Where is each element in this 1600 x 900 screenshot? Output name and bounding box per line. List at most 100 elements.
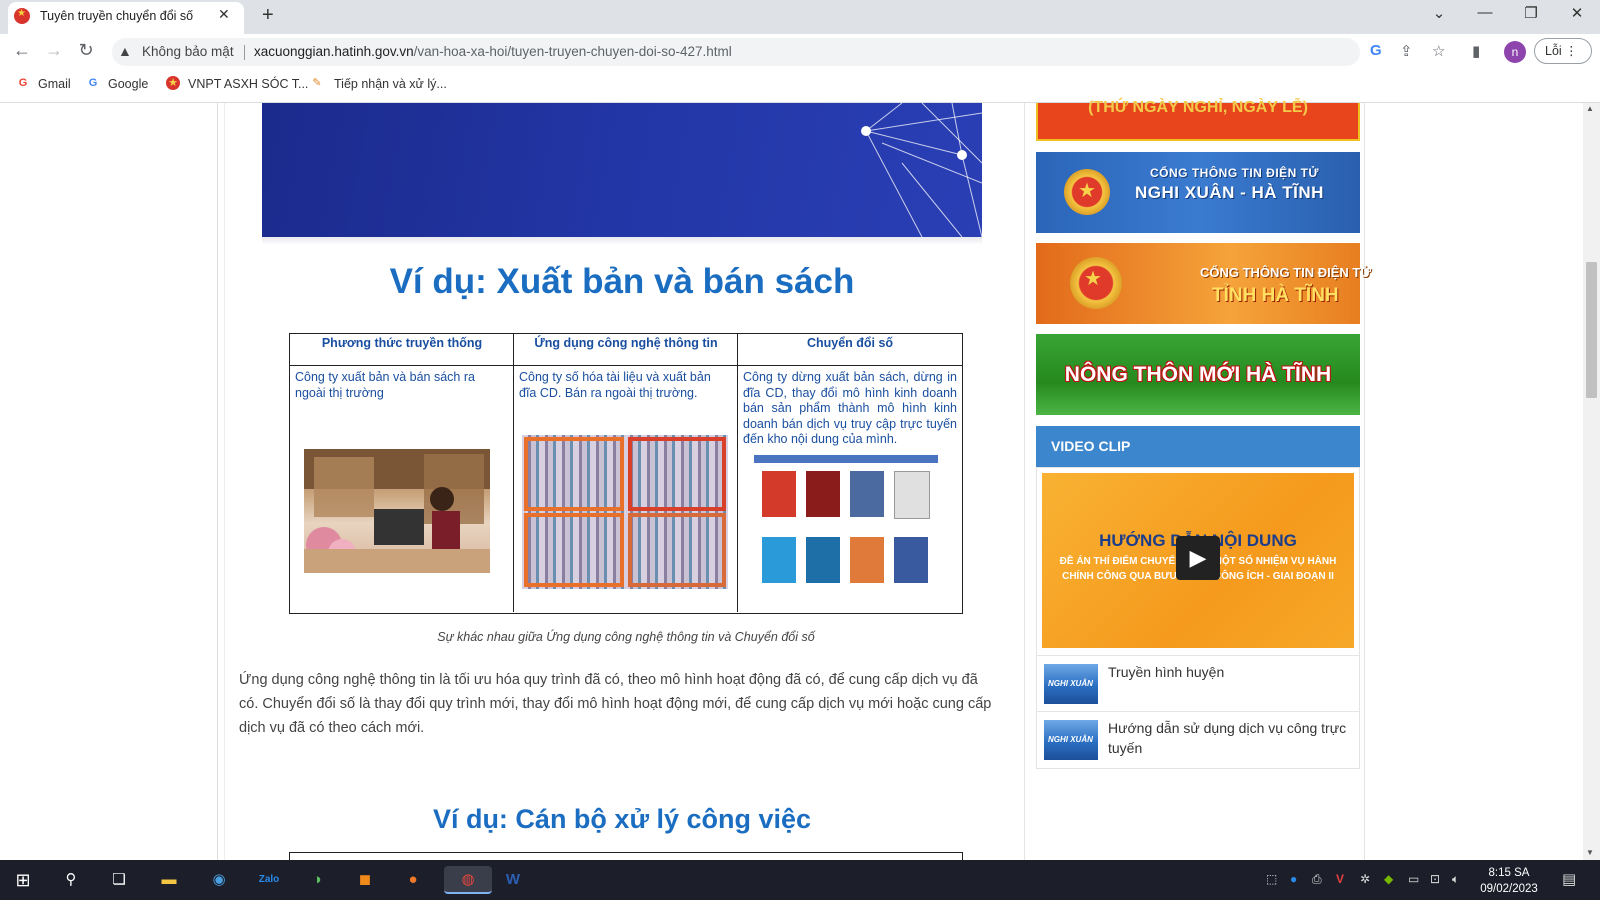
slide-title: Ví dụ: Xuất bản và bán sách — [389, 262, 855, 301]
taskbar-clock[interactable]: 8:15 SA 09/02/2023 — [1474, 865, 1544, 897]
app-icon: ✎ — [312, 77, 322, 89]
video-list-thumbnail[interactable]: NGHI XUÂN — [1044, 664, 1098, 704]
google-lens-icon[interactable]: G — [1370, 42, 1382, 59]
warning-icon[interactable]: ▲ — [118, 43, 132, 59]
cd-boxes-photo — [522, 435, 728, 589]
google-icon: G — [88, 77, 98, 89]
bookmark-google[interactable]: Google — [108, 77, 148, 91]
bookmark-star-icon[interactable]: ☆ — [1432, 42, 1445, 60]
tray-nvidia-icon[interactable]: ◆ — [1384, 872, 1393, 886]
video-list-title[interactable]: Truyền hình huyện — [1108, 662, 1353, 682]
file-explorer-icon[interactable]: ▬ — [154, 866, 184, 894]
header-it-application: Ứng dụng công nghệ thông tin — [534, 336, 718, 350]
scrollbar-thumb[interactable] — [1586, 262, 1597, 398]
side-panel-icon[interactable]: ▮ — [1472, 42, 1480, 60]
coccoc-icon[interactable]: ◑ — [302, 866, 332, 894]
video-list-thumbnail[interactable]: NGHI XUÂN — [1044, 720, 1098, 760]
banner-ha-tinh-portal[interactable] — [1036, 243, 1360, 324]
windows-start-icon[interactable]: ⊞ — [8, 866, 38, 894]
tray-gear-icon[interactable]: ✲ — [1360, 872, 1370, 886]
tray-v-icon[interactable]: V — [1336, 872, 1344, 886]
table-divider — [513, 334, 514, 612]
video-list-item[interactable]: NGHI XUÂN Hướng dẫn sử dụng dịch vụ công… — [1037, 711, 1359, 768]
article-paragraph: Ứng dụng công nghệ thông tin là tối ưu h… — [239, 672, 992, 736]
left-border — [217, 103, 218, 860]
notification-center-icon[interactable]: ▤ — [1562, 870, 1576, 888]
slide-title-2: Ví dụ: Cán bộ xử lý công việc — [432, 804, 812, 834]
banner-nghi-xuan-line2: NGHI XUÂN - HÀ TĨNH — [1135, 183, 1324, 202]
word-icon[interactable]: W — [498, 866, 528, 894]
bookstore-photo — [304, 449, 490, 573]
header-digital-transformation: Chuyển đổi số — [806, 336, 894, 350]
banner-nghi-xuan-line1: CỔNG THÔNG TIN ĐIỆN TỬ — [1150, 166, 1319, 180]
volume-icon[interactable]: 🔈︎ — [1452, 872, 1459, 887]
cell-traditional: Công ty xuất bản và bán sách ra ngoài th… — [295, 370, 475, 400]
search-icon[interactable]: ⚲ — [56, 866, 86, 894]
cell-it-application: Công ty số hóa tài liệu và xuất bản đĩa … — [519, 370, 711, 400]
network-icon[interactable]: ▭ — [1408, 872, 1419, 886]
cell-digital-transformation: Công ty dừng xuất bản sách, dừng in đĩa … — [743, 370, 957, 446]
bookmark-vnpt[interactable]: VNPT ASXH SÓC T... — [188, 77, 308, 91]
table-divider — [737, 334, 738, 612]
tray-monitor-icon[interactable]: ⊡ — [1430, 872, 1440, 886]
book-cover — [806, 537, 840, 583]
new-tab-button[interactable]: + — [262, 4, 274, 27]
site-emblem-icon — [14, 8, 30, 24]
scroll-down-icon[interactable]: ▼ — [1586, 848, 1594, 857]
bookmark-gmail[interactable]: Gmail — [38, 77, 71, 91]
book-cover — [762, 471, 796, 517]
bookmark-tiep-nhan[interactable]: Tiếp nhận và xử lý... — [334, 77, 447, 91]
forward-icon[interactable]: → — [42, 40, 66, 61]
tray-app-icon[interactable]: ⬚ — [1266, 872, 1277, 886]
reload-icon[interactable]: ↻ — [74, 40, 98, 61]
url-domain: xacuonggian.hatinh.gov.vn — [254, 44, 414, 59]
left-border-inner — [224, 103, 225, 860]
figure-caption: Sự khác nhau giữa Ứng dụng công nghệ thô… — [437, 630, 815, 644]
scroll-up-icon[interactable]: ▲ — [1586, 104, 1594, 113]
book-cover — [894, 471, 930, 519]
video-thumb-label: NGHI XUÂN — [1048, 735, 1093, 744]
page-scrollbar[interactable] — [1583, 103, 1600, 860]
tray-zalo-icon[interactable]: ● — [1290, 872, 1297, 886]
table-divider — [290, 365, 962, 366]
firefox-icon[interactable]: ● — [398, 866, 428, 894]
zalo-icon[interactable]: Zalo — [254, 866, 284, 894]
url-path: /van-hoa-xa-hoi/tuyen-truyen-chuyen-doi-… — [413, 44, 732, 59]
profile-avatar[interactable]: n — [1504, 41, 1526, 63]
omnibox-divider — [244, 45, 245, 60]
tab-search-icon[interactable]: ⌄ — [1424, 4, 1454, 22]
app-orange-icon[interactable]: ◼ — [350, 866, 380, 894]
network-lines-graphic — [861, 103, 982, 237]
working-hours-text: (THỨ NGÀY NGHỈ, NGÀY LỄ) — [1088, 99, 1308, 116]
national-emblem-icon — [1064, 169, 1110, 215]
banner-ha-tinh-line1: CỔNG THÔNG TIN ĐIỆN TỬ — [1200, 265, 1372, 280]
back-icon[interactable]: ← — [10, 40, 34, 61]
gmail-icon: G — [18, 77, 28, 89]
book-cover — [850, 537, 884, 583]
book-cover — [894, 537, 928, 583]
error-label: Lỗi — [1545, 44, 1562, 58]
tab-title: Tuyên truyền chuyển đổi số — [40, 9, 194, 23]
book-covers-image — [754, 455, 938, 605]
share-icon[interactable]: ⇪ — [1400, 42, 1413, 60]
book-cover — [850, 471, 884, 517]
hero-image — [262, 103, 982, 237]
task-view-icon[interactable]: ❏ — [104, 866, 134, 894]
restore-icon[interactable]: ❐ — [1516, 4, 1546, 22]
remote-app-icon[interactable]: ◉ — [204, 866, 234, 894]
banner-ha-tinh-line2: TỈNH HÀ TĨNH — [1212, 285, 1339, 306]
chrome-icon[interactable]: ◍ — [444, 866, 492, 894]
security-label[interactable]: Không bảo mật — [142, 44, 234, 59]
tray-printer-icon[interactable]: ⎙ — [1312, 872, 1322, 887]
url-text[interactable]: xacuonggian.hatinh.gov.vn/van-hoa-xa-hoi… — [254, 44, 732, 59]
banner-nong-thon-moi-text: NÔNG THÔN MỚI HÀ TĨNH — [1064, 363, 1332, 386]
video-list-title[interactable]: Hướng dẫn sử dụng dịch vụ công trực tuyế… — [1108, 718, 1353, 758]
video-list-item[interactable]: NGHI XUÂN Truyền hình huyện — [1037, 655, 1359, 712]
play-icon[interactable]: ▶ — [1176, 536, 1220, 580]
emblem-icon: ★ — [166, 76, 180, 90]
error-button[interactable]: Lỗi ⋮ — [1534, 38, 1592, 64]
book-cover — [806, 471, 840, 517]
window-close-icon[interactable]: ✕ — [1562, 4, 1592, 22]
tab-close-icon[interactable]: ✕ — [218, 6, 230, 23]
minimize-icon[interactable]: — — [1470, 4, 1500, 21]
